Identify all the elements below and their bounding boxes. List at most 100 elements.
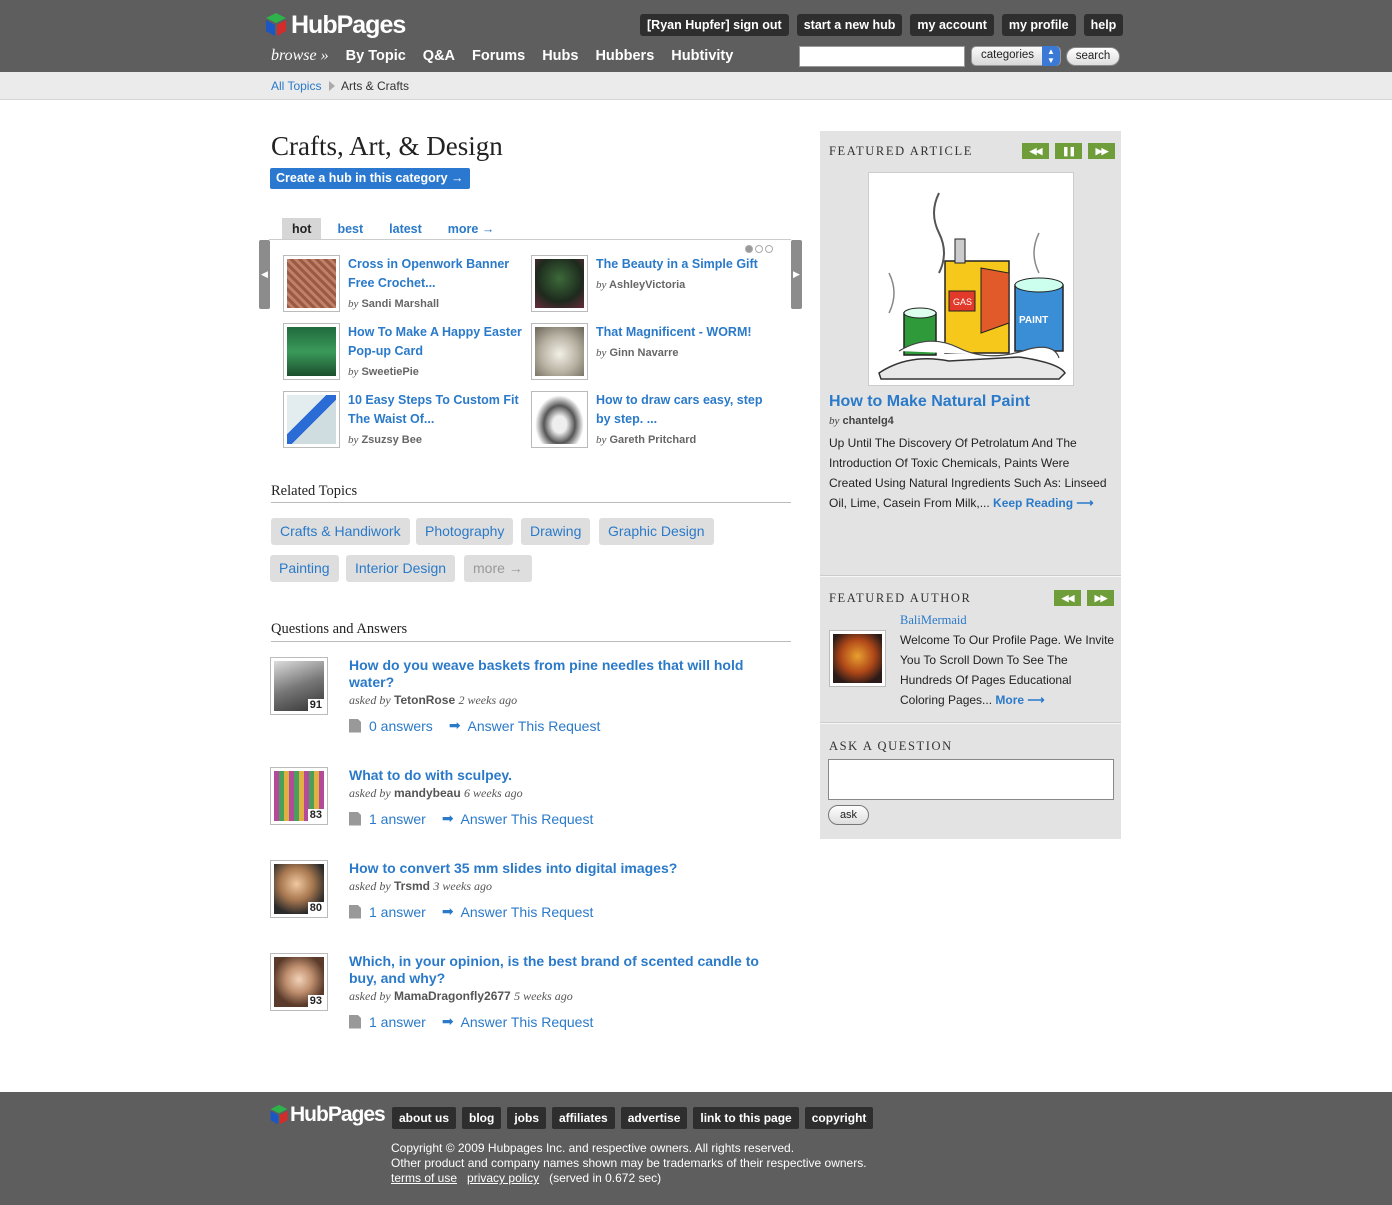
answers-count-link[interactable]: 1 answer <box>369 811 426 827</box>
fast-forward-icon[interactable]: ▶▶ <box>1088 143 1115 159</box>
topic-drawing[interactable]: Drawing <box>521 518 591 545</box>
answers-count-link[interactable]: 1 answer <box>369 1014 426 1030</box>
privacy-link[interactable]: privacy policy <box>467 1171 539 1185</box>
question-title[interactable]: What to do with sculpey. <box>349 767 769 784</box>
terms-link[interactable]: terms of use <box>391 1171 457 1185</box>
answers-count-link[interactable]: 1 answer <box>369 904 426 920</box>
topic-interior-design[interactable]: Interior Design <box>346 555 456 582</box>
featured-article-description: Up Until The Discovery Of Petrolatum And… <box>829 436 1107 510</box>
hub-author-name[interactable]: Ginn Navarre <box>609 347 678 359</box>
avatar[interactable]: 80 <box>270 860 328 918</box>
category-select[interactable]: categories ▲ ▼ <box>971 46 1061 66</box>
footer-advertise[interactable]: advertise <box>620 1107 688 1129</box>
ask-question-textarea[interactable] <box>828 759 1114 800</box>
asker-name[interactable]: MamaDragonfly2677 <box>394 989 511 1003</box>
carousel-next-button[interactable]: ▶ <box>791 240 802 309</box>
start-new-hub-button[interactable]: start a new hub <box>796 14 903 36</box>
asker-name[interactable]: TetonRose <box>394 693 455 707</box>
hub-thumbnail[interactable] <box>531 255 588 312</box>
topic-photography[interactable]: Photography <box>416 518 514 545</box>
avatar[interactable]: 83 <box>270 767 328 825</box>
footer-affiliates[interactable]: affiliates <box>552 1107 615 1129</box>
hub-title[interactable]: The Beauty in a Simple Gift <box>596 255 771 274</box>
arrow-right-icon: ➡ <box>441 1013 454 1029</box>
sign-out-button[interactable]: [Ryan Hupfer] sign out <box>640 14 789 36</box>
footer-link-to-page[interactable]: link to this page <box>693 1107 799 1129</box>
rewind-icon[interactable]: ◀◀ <box>1054 590 1081 606</box>
answers-count-link[interactable]: 0 answers <box>369 718 433 734</box>
help-button[interactable]: help <box>1083 14 1124 36</box>
breadcrumb-separator-icon <box>329 81 335 91</box>
topic-crafts-handiwork[interactable]: Crafts & Handiwork <box>271 518 410 545</box>
answer-request-link[interactable]: Answer This Request <box>461 904 594 920</box>
nav-hubbers[interactable]: Hubbers <box>595 48 654 64</box>
answer-request-link[interactable]: Answer This Request <box>461 1014 594 1030</box>
pager-dot[interactable] <box>755 245 763 253</box>
footer-copyright[interactable]: copyright <box>804 1107 874 1129</box>
tab-hot[interactable]: hot <box>282 218 322 239</box>
question-meta: asked by mandybeau 6 weeks ago <box>349 786 523 800</box>
topic-graphic-design[interactable]: Graphic Design <box>599 518 714 545</box>
footer-logo[interactable]: HubPages <box>268 1103 386 1127</box>
question-title[interactable]: How to convert 35 mm slides into digital… <box>349 860 769 877</box>
category-select-value: categories <box>981 49 1035 61</box>
nav-by-topic[interactable]: By Topic <box>346 48 406 64</box>
hub-author-name[interactable]: Zsuzsy Bee <box>361 434 422 446</box>
topic-painting[interactable]: Painting <box>270 555 339 582</box>
carousel-prev-button[interactable]: ◀ <box>259 240 270 309</box>
pager-dot[interactable] <box>745 245 753 253</box>
hub-title[interactable]: How To Make A Happy Easter Pop-up Card <box>348 323 523 361</box>
footer-blog[interactable]: blog <box>462 1107 502 1129</box>
tab-latest[interactable]: latest <box>379 218 432 239</box>
hub-thumbnail[interactable] <box>283 255 340 312</box>
hub-author-name[interactable]: Gareth Pritchard <box>609 434 696 446</box>
tab-best[interactable]: best <box>327 218 373 239</box>
answer-request-link[interactable]: Answer This Request <box>461 811 594 827</box>
ask-button[interactable]: ask <box>828 805 869 825</box>
question-title[interactable]: How do you weave baskets from pine needl… <box>349 657 769 691</box>
pager-dot[interactable] <box>765 245 773 253</box>
author-more-link[interactable]: More ⟶ <box>995 693 1044 707</box>
asker-name[interactable]: mandybeau <box>394 786 461 800</box>
my-account-button[interactable]: my account <box>910 14 994 36</box>
tab-more[interactable]: more → <box>438 218 505 239</box>
topic-more[interactable]: more → <box>464 555 532 582</box>
hub-thumbnail[interactable] <box>283 323 340 380</box>
hubpages-logo[interactable]: HubPages <box>263 10 406 40</box>
featured-author-avatar[interactable] <box>829 630 886 687</box>
pause-icon[interactable]: ❚❚ <box>1055 143 1082 159</box>
my-profile-button[interactable]: my profile <box>1001 14 1076 36</box>
nav-hubs[interactable]: Hubs <box>542 48 578 64</box>
footer-about-us[interactable]: about us <box>392 1107 456 1129</box>
hub-title[interactable]: 10 Easy Steps To Custom Fit The Waist Of… <box>348 391 523 429</box>
avatar[interactable]: 93 <box>270 953 328 1011</box>
breadcrumb-all-topics[interactable]: All Topics <box>271 79 321 93</box>
keep-reading-link[interactable]: Keep Reading ⟶ <box>993 496 1094 510</box>
hub-author-name[interactable]: Sandi Marshall <box>361 298 439 310</box>
fast-forward-icon[interactable]: ▶▶ <box>1087 590 1114 606</box>
featured-article-author-name[interactable]: chantelg4 <box>842 415 893 427</box>
hub-author-name[interactable]: SweetiePie <box>361 366 418 378</box>
question-title[interactable]: Which, in your opinion, is the best bran… <box>349 953 769 987</box>
rewind-icon[interactable]: ◀◀ <box>1022 143 1049 159</box>
footer-jobs[interactable]: jobs <box>507 1107 546 1129</box>
answer-request-link[interactable]: Answer This Request <box>468 718 601 734</box>
nav-hubtivity[interactable]: Hubtivity <box>671 48 733 64</box>
hub-author-name[interactable]: AshleyVictoria <box>609 279 685 291</box>
hub-thumbnail[interactable] <box>283 391 340 448</box>
hub-thumbnail[interactable] <box>531 391 588 448</box>
hub-title[interactable]: How to draw cars easy, step by step. ... <box>596 391 771 429</box>
hub-thumbnail[interactable] <box>531 323 588 380</box>
hub-title[interactable]: Cross in Openwork Banner Free Crochet... <box>348 255 523 293</box>
featured-author-name[interactable]: BaliMermaid <box>900 613 967 628</box>
nav-qa[interactable]: Q&A <box>423 48 455 64</box>
avatar[interactable]: 91 <box>270 657 328 715</box>
hub-title[interactable]: That Magnificent - WORM! <box>596 323 771 342</box>
create-hub-button[interactable]: Create a hub in this category → <box>270 168 470 189</box>
nav-forums[interactable]: Forums <box>472 48 525 64</box>
asker-name[interactable]: Trsmd <box>394 879 430 893</box>
search-input[interactable] <box>799 46 965 67</box>
search-button[interactable]: search <box>1066 47 1120 66</box>
featured-article-title[interactable]: How to Make Natural Paint <box>829 393 1030 411</box>
featured-article-image[interactable]: GAS PAINT <box>868 172 1074 386</box>
